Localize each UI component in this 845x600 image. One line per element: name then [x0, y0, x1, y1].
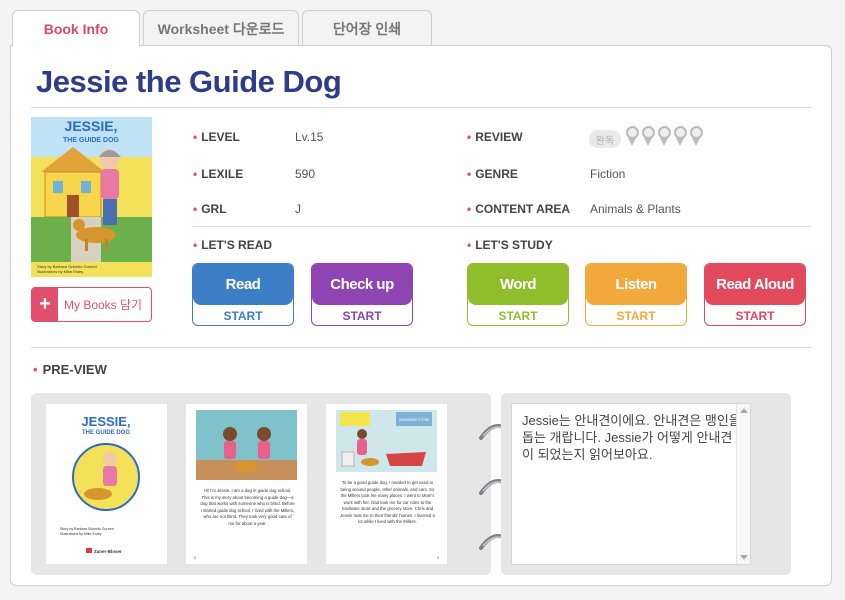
medal-icon	[673, 126, 688, 148]
preview-page-2-text: Hi! I'm Jessie. I am a dog in guide dog …	[200, 488, 295, 526]
cover-title-sub: THE GUIDE DOG	[63, 137, 120, 144]
word-button-label: Word	[468, 264, 568, 305]
completed-badge: 완독	[589, 130, 621, 148]
preview-page-3-text: To be a good guide dog, I needed to get …	[340, 480, 435, 524]
book-description-box[interactable]: Jessie는 안내견이에요. 안내견은 맹인을 돕는 개랍니다. Jessie…	[511, 403, 751, 565]
preview-divider	[31, 347, 811, 348]
listen-start-label: START	[616, 309, 656, 323]
my-books-label: My Books 담기	[64, 298, 143, 312]
preview-page-2[interactable]: Hi! I'm Jessie. I am a dog in guide dog …	[186, 404, 307, 564]
listen-button-label: Listen	[586, 264, 686, 305]
pv-cover-title: JESSIE,	[81, 414, 130, 429]
description-scrollbar[interactable]	[736, 404, 750, 564]
cover-title-jessie: JESSIE,	[65, 118, 118, 134]
scroll-up-icon[interactable]	[740, 408, 748, 413]
lets-read-label: • LET'S READ	[193, 238, 273, 252]
read-aloud-start-label: START	[735, 309, 775, 323]
preview-page-3[interactable]: HARDWARE STORE To be a good guide dog, I…	[326, 404, 447, 564]
pv-cover-credit-1: Story by Barbara Schmitz Gurrieri	[60, 527, 114, 531]
read-aloud-button-label: Read Aloud	[705, 264, 805, 305]
title-divider	[31, 107, 811, 108]
medal-icon	[657, 126, 672, 148]
read-start-button[interactable]: Read START	[192, 263, 294, 326]
review-label: • REVIEW	[467, 130, 523, 144]
tab-worksheet-download[interactable]: Worksheet 다운로드	[143, 10, 299, 46]
medal-icon	[641, 126, 656, 148]
book-description: Jessie는 안내견이에요. 안내견은 맹인을 돕는 개랍니다. Jessie…	[522, 413, 741, 462]
book-info-panel: Jessie the Guide Dog JESSIE, THE GUIDE D…	[10, 45, 832, 586]
checkup-start-button[interactable]: Check up START	[311, 263, 413, 326]
cover-credit-illus: Illustrations by Mike Estey	[37, 269, 83, 274]
preview-pages-area: JESSIE, THE GUIDE DOG Story by Barbara S…	[31, 393, 491, 575]
read-button-label: Read	[193, 264, 293, 305]
tab-bar: Book Info Worksheet 다운로드 단어장 인쇄	[12, 10, 435, 47]
review-medals	[625, 126, 705, 148]
preview-page-cover[interactable]: JESSIE, THE GUIDE DOG Story by Barbara S…	[46, 404, 167, 564]
lexile-label: • LEXILE	[193, 167, 244, 181]
preview-label: • PRE-VIEW	[33, 362, 107, 377]
preview-page-3-number: 3	[436, 555, 439, 560]
read-start-label: START	[223, 309, 263, 323]
pv-cover-subtitle: THE GUIDE DOG	[82, 430, 130, 436]
level-label: • LEVEL	[193, 130, 240, 144]
genre-label: • GENRE	[467, 167, 518, 181]
medal-icon	[625, 126, 640, 148]
listen-start-button[interactable]: Listen START	[585, 263, 687, 326]
preview-description-area: Jessie는 안내견이에요. 안내견은 맹인을 돕는 개랍니다. Jessie…	[501, 393, 791, 575]
preview-page-2-number: 2	[194, 555, 197, 560]
book-cover-image: JESSIE, THE GUIDE DOG Story by Barbara S…	[31, 117, 152, 277]
grl-label: • GRL	[193, 202, 227, 216]
lets-study-label: • LET'S STUDY	[467, 238, 553, 252]
checkup-button-label: Check up	[312, 264, 412, 305]
medal-icon	[689, 126, 704, 148]
tab-vocabulary-print[interactable]: 단어장 인쇄	[302, 10, 432, 46]
pv-page3-sign: HARDWARE STORE	[399, 418, 429, 422]
book-title: Jessie the Guide Dog	[36, 64, 342, 99]
word-start-button[interactable]: Word START	[467, 263, 569, 326]
content-area-label: • CONTENT AREA	[467, 202, 571, 216]
add-to-my-books-button[interactable]: + My Books 담기	[31, 287, 152, 322]
grl-value: J	[295, 202, 301, 216]
content-area-value: Animals & Plants	[590, 202, 681, 216]
lexile-value: 590	[295, 167, 316, 181]
genre-value: Fiction	[590, 167, 626, 181]
info-divider	[193, 226, 811, 227]
tab-book-info[interactable]: Book Info	[12, 10, 140, 47]
read-aloud-start-button[interactable]: Read Aloud START	[704, 263, 806, 326]
checkup-start-label: START	[342, 309, 382, 323]
word-start-label: START	[498, 309, 538, 323]
pv-cover-credit-2: Illustrations by Mike Estey	[60, 532, 102, 536]
level-value: Lv.15	[295, 130, 324, 144]
scroll-down-icon[interactable]	[740, 555, 748, 560]
plus-icon: +	[32, 288, 58, 321]
pv-cover-publisher: Zaner-Bloser	[94, 549, 122, 554]
